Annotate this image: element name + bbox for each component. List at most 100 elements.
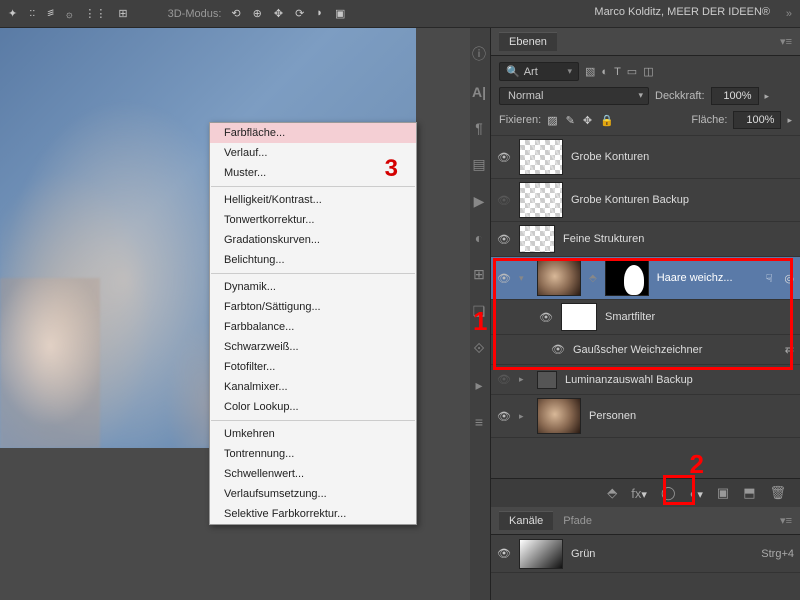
- orbit-icon[interactable]: ⊕: [253, 7, 262, 20]
- menu-item-photo-filter[interactable]: Fotofilter...: [210, 357, 416, 377]
- character-icon[interactable]: A|: [472, 84, 486, 100]
- disclosure-icon[interactable]: ▾: [519, 273, 529, 284]
- visibility-toggle-icon[interactable]: 👁: [497, 233, 511, 246]
- disclosure-icon[interactable]: ▸: [519, 374, 529, 385]
- layer-name[interactable]: Grobe Konturen: [571, 151, 794, 163]
- filter-blending-icon[interactable]: ⇄: [785, 343, 794, 356]
- visibility-toggle-icon[interactable]: 👁: [497, 151, 511, 164]
- menu-item-posterize[interactable]: Tontrennung...: [210, 444, 416, 464]
- layer-thumbnail[interactable]: [519, 182, 563, 218]
- camera-icon[interactable]: ▣: [335, 7, 345, 20]
- menu-item-levels[interactable]: Tonwertkorrektur...: [210, 210, 416, 230]
- filter-shape-icon[interactable]: ▭: [627, 65, 637, 78]
- layer-name[interactable]: Luminanzauswahl Backup: [565, 374, 794, 386]
- tool-icon[interactable]: ✦: [8, 7, 17, 20]
- filter-pixel-icon[interactable]: ▧: [585, 65, 595, 78]
- tool-icon[interactable]: ⋮⋮: [84, 7, 106, 20]
- adjustments-icon[interactable]: ⊞: [473, 266, 485, 283]
- chevron-down-icon[interactable]: ▸: [787, 115, 792, 126]
- mask-thumbnail[interactable]: [605, 260, 649, 296]
- filter-type-icon[interactable]: T: [614, 66, 621, 78]
- filter-row[interactable]: 👁 Gaußscher Weichzeichner ⇄: [491, 335, 800, 365]
- channel-row[interactable]: 👁 Grün Strg+4: [491, 535, 800, 573]
- actions-icon[interactable]: ▸: [475, 377, 482, 394]
- tool-icon[interactable]: ⊞: [118, 7, 127, 20]
- disclosure-icon[interactable]: ▸: [519, 411, 529, 422]
- visibility-toggle-icon[interactable]: 👁: [539, 311, 553, 324]
- visibility-toggle-icon[interactable]: 👁: [497, 272, 511, 285]
- menu-item-brightness[interactable]: Helligkeit/Kontrast...: [210, 190, 416, 210]
- menu-item-color-lookup[interactable]: Color Lookup...: [210, 397, 416, 417]
- layer-thumbnail[interactable]: [519, 139, 563, 175]
- navigator-icon[interactable]: ▶: [474, 193, 485, 210]
- tool-icon[interactable]: ::: [29, 7, 35, 20]
- layer-name[interactable]: Personen: [589, 410, 794, 422]
- menu-item-invert[interactable]: Umkehren: [210, 424, 416, 444]
- menu-item-bw[interactable]: Schwarzweiß...: [210, 337, 416, 357]
- visibility-toggle-icon[interactable]: 👁: [497, 194, 511, 207]
- lock-pixels-icon[interactable]: ✎: [566, 114, 575, 127]
- layer-name[interactable]: Grobe Konturen Backup: [571, 194, 794, 206]
- menu-item-balance[interactable]: Farbbalance...: [210, 317, 416, 337]
- chevron-down-icon[interactable]: ▸: [765, 91, 770, 102]
- layer-row[interactable]: 👁 Grobe Konturen: [491, 136, 800, 179]
- visibility-toggle-icon[interactable]: 👁: [497, 410, 511, 423]
- panel-menu-icon[interactable]: ▾≡: [780, 514, 792, 527]
- layer-effects-icon[interactable]: fx▾: [631, 486, 647, 501]
- new-group-icon[interactable]: ▣: [717, 485, 729, 501]
- layer-thumbnail[interactable]: [519, 225, 555, 253]
- menu-item-hue[interactable]: Farbton/Sättigung...: [210, 297, 416, 317]
- tab-channels[interactable]: Kanäle: [499, 511, 553, 530]
- flyout-menu-icon[interactable]: »: [786, 8, 792, 20]
- layer-filter-type[interactable]: 🔍 Art ▾: [499, 62, 579, 81]
- layer-row[interactable]: 👁 Feine Strukturen: [491, 222, 800, 257]
- tab-paths[interactable]: Pfade: [553, 512, 602, 530]
- menu-item-threshold[interactable]: Schwellenwert...: [210, 464, 416, 484]
- menu-item-solid-color[interactable]: Farbfläche...: [210, 123, 416, 143]
- layer-thumbnail[interactable]: [537, 398, 581, 434]
- layer-row[interactable]: 👁 Grobe Konturen Backup: [491, 179, 800, 222]
- channel-thumbnail[interactable]: [519, 539, 563, 569]
- filter-smart-icon[interactable]: ◫: [643, 65, 653, 78]
- swatches-icon[interactable]: ▤: [472, 156, 485, 173]
- info-icon[interactable]: ⓘ: [472, 44, 486, 64]
- fill-input[interactable]: 100%: [733, 111, 781, 129]
- blend-mode-select[interactable]: Normal: [499, 87, 649, 105]
- filter-name[interactable]: Gaußscher Weichzeichner: [573, 344, 777, 356]
- visibility-toggle-icon[interactable]: 👁: [497, 373, 511, 386]
- layer-thumbnail[interactable]: [537, 260, 581, 296]
- channel-name[interactable]: Grün: [571, 548, 753, 560]
- tool-icon[interactable]: ꠵: [47, 7, 54, 20]
- new-layer-icon[interactable]: ⬒: [743, 485, 755, 501]
- visibility-toggle-icon[interactable]: 👁: [497, 547, 511, 560]
- layer-row[interactable]: 👁 ▸ Personen: [491, 395, 800, 438]
- properties-icon[interactable]: ≡: [475, 414, 483, 430]
- link-layers-icon[interactable]: ⬘: [607, 485, 617, 501]
- menu-item-channel-mixer[interactable]: Kanalmixer...: [210, 377, 416, 397]
- color-icon[interactable]: ◐: [475, 230, 483, 246]
- menu-item-gradient-map[interactable]: Verlaufsumsetzung...: [210, 484, 416, 504]
- tab-layers[interactable]: Ebenen: [499, 32, 557, 51]
- lock-transparency-icon[interactable]: ▨: [547, 114, 557, 127]
- opacity-input[interactable]: 100%: [711, 87, 759, 105]
- menu-item-curves[interactable]: Gradationskurven...: [210, 230, 416, 250]
- tool-icon[interactable]: ۞: [66, 7, 72, 20]
- orbit-icon[interactable]: ⟳: [295, 7, 304, 20]
- light-icon[interactable]: ◗: [316, 7, 323, 20]
- lock-all-icon[interactable]: 🔒: [600, 114, 614, 127]
- layer-name[interactable]: Feine Strukturen: [563, 233, 794, 245]
- visibility-toggle-icon[interactable]: 👁: [551, 343, 565, 356]
- history-icon[interactable]: ⟐: [473, 340, 484, 357]
- menu-item-exposure[interactable]: Belichtung...: [210, 250, 416, 270]
- panel-menu-icon[interactable]: ▾≡: [780, 35, 792, 48]
- layer-row[interactable]: 👁 ▸ Luminanzauswahl Backup: [491, 365, 800, 395]
- menu-item-vibrance[interactable]: Dynamik...: [210, 277, 416, 297]
- orbit-icon[interactable]: ⟲: [231, 7, 240, 20]
- filter-mask-thumbnail[interactable]: [561, 303, 597, 331]
- menu-item-selective-color[interactable]: Selektive Farbkorrektur...: [210, 504, 416, 524]
- layer-row-selected[interactable]: 👁 ▾ ⬘ Haare weichz... ☟ ◎: [491, 257, 800, 300]
- pan-icon[interactable]: ✥: [274, 7, 283, 20]
- paragraph-icon[interactable]: ¶: [475, 120, 483, 136]
- link-mask-icon[interactable]: ⬘: [589, 273, 597, 284]
- filter-adjustment-icon[interactable]: ◐: [601, 66, 608, 78]
